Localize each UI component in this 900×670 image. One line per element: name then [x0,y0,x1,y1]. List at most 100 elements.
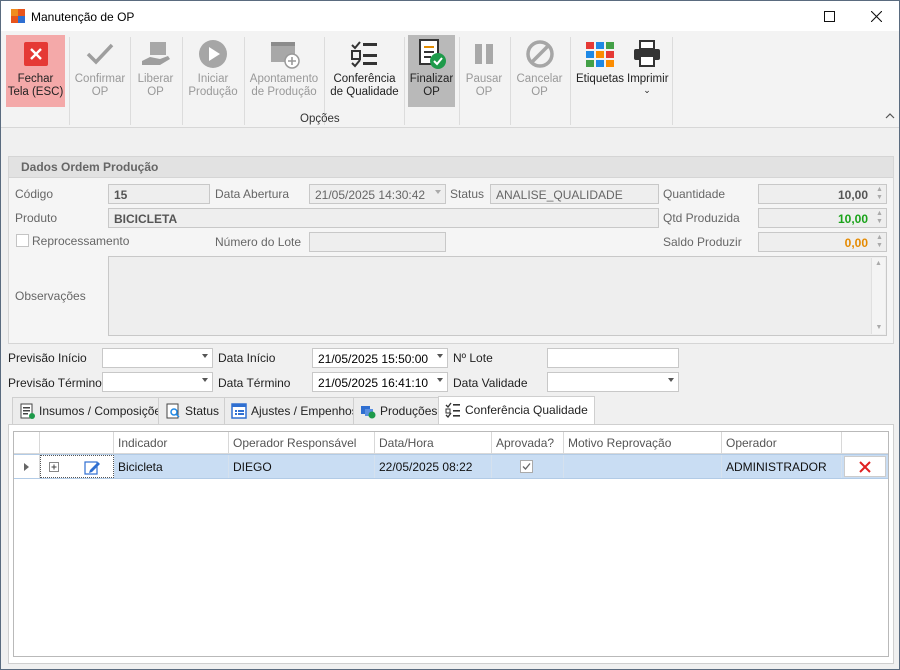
data-termino-label: Data Término [218,376,291,390]
print-button[interactable]: Imprimir ⌄ [627,35,669,107]
produto-label: Produto [15,211,58,225]
checklist-icon [350,41,377,68]
checkmark-icon [86,43,114,65]
status-field[interactable]: ANALISE_QUALIDADE [490,184,659,204]
grid-header-data-hora[interactable]: Data/Hora [375,432,492,454]
list-window-icon [231,403,247,419]
tab-insumos[interactable]: Insumos / Composições [12,397,175,424]
data-inicio-field[interactable]: 21/05/2025 15:50:00 [312,348,448,368]
tab-status[interactable]: Status [158,397,227,424]
chevron-down-icon[interactable] [202,354,208,358]
confirm-op-button[interactable]: Confirmar OP [73,35,127,107]
add-record-icon [271,42,300,69]
ribbon-separator [510,37,511,125]
produto-field[interactable]: BICICLETA [108,208,659,228]
codigo-field[interactable]: 15 [108,184,210,204]
quality-tab-page: Indicador Operador Responsável Data/Hora… [8,424,894,664]
ribbon-separator [244,37,245,125]
app-icon [11,9,25,23]
cell-data-hora: 22/05/2025 08:22 [375,455,492,478]
saldo-label: Saldo Produzir [663,235,742,249]
production-log-button[interactable]: Apontamento de Produção [249,35,319,107]
panel-title: Dados Ordem Produção [21,160,159,174]
close-screen-button[interactable]: Fechar Tela (ESC) [6,35,65,107]
close-window-button[interactable] [853,1,899,31]
scroll-up-icon[interactable]: ▲ [872,258,885,270]
grid-header-motivo[interactable]: Motivo Reprovação [564,432,722,454]
ribbon-separator [404,37,405,125]
reprocessamento-checkbox[interactable] [16,234,29,247]
hand-box-icon [141,42,170,65]
data-inicio-label: Data Início [218,351,276,365]
chevron-down-icon[interactable] [437,354,443,358]
start-production-button[interactable]: Iniciar Produção [186,35,240,107]
cell-indicador: Bicicleta [114,455,229,478]
boxes-check-icon [361,406,376,419]
ribbon-separator [324,37,325,125]
previsao-inicio-label: Previsão Início [8,351,87,365]
search-document-icon [166,403,180,419]
maximize-button[interactable] [806,1,852,31]
numero-lote-field[interactable] [309,232,446,252]
data-termino-field[interactable]: 21/05/2025 16:41:10 [312,372,448,392]
grid-header-operador-responsavel[interactable]: Operador Responsável [229,432,375,454]
grid-header-aprovada[interactable]: Aprovada? [492,432,564,454]
qtd-produzida-field[interactable]: 10,00 ▲ ▼ [758,208,887,228]
edit-icon[interactable] [84,459,100,475]
cell-motivo [564,455,722,478]
cancel-op-button[interactable]: Cancelar OP [514,35,565,107]
grid-header-indicator [14,432,40,454]
chevron-down-icon[interactable] [437,378,443,382]
ribbon-separator [672,37,673,125]
release-op-button[interactable]: Liberar OP [133,35,178,107]
scrollbar[interactable]: ▲ ▼ [871,258,885,334]
finalize-op-button[interactable]: Finalizar OP [408,35,455,107]
ribbon-separator [459,37,460,125]
scroll-down-icon[interactable]: ▼ [872,322,886,334]
tab-conferencia-qualidade[interactable]: Conferência Qualidade [438,396,595,424]
collapse-ribbon-button[interactable] [885,109,895,119]
previsao-termino-field[interactable] [102,372,213,392]
qtd-produzida-label: Qtd Produzida [663,211,740,225]
grid-header-operador[interactable]: Operador [722,432,842,454]
saldo-field[interactable]: 0,00 ▲ ▼ [758,232,887,252]
reprocessamento-label: Reprocessamento [32,234,130,248]
observacoes-textarea[interactable]: ▲ ▼ [108,256,887,336]
expand-icon[interactable] [49,462,60,473]
ribbon-separator [69,37,70,125]
quality-grid: Indicador Operador Responsável Data/Hora… [13,431,889,657]
data-validade-label: Data Validade [453,376,528,390]
quantidade-field[interactable]: 10,00 ▲ ▼ [758,184,887,204]
labels-button[interactable]: Etiquetas [575,35,625,107]
close-screen-icon [23,42,48,66]
spin-icon[interactable]: ▲ ▼ [875,186,884,202]
pause-op-button[interactable]: Pausar OP [462,35,506,107]
checklist-icon [445,402,460,418]
chevron-down-icon[interactable] [668,378,674,382]
cancel-icon [525,40,554,68]
document-list-icon [20,403,35,419]
quality-check-button[interactable]: Conferência de Qualidade [329,35,400,107]
tab-ajustes[interactable]: Ajustes / Empenhos [224,397,365,424]
tab-producoes[interactable]: Produções [353,397,445,424]
status-label: Status [450,187,485,201]
spin-icon[interactable]: ▲ ▼ [875,210,884,226]
table-row[interactable]: Bicicleta DIEGO 22/05/2025 08:22 ADMINIS… [14,454,888,479]
row-indicator [14,455,40,478]
title-bar: Manutenção de OP [1,1,899,31]
row-actions-cell [40,455,114,478]
grid-header-indicador[interactable]: Indicador [114,432,229,454]
data-abertura-field[interactable]: 21/05/2025 14:30:42 [309,184,446,204]
approved-checkbox[interactable] [520,460,533,473]
data-validade-field[interactable] [547,372,679,392]
previsao-inicio-field[interactable] [102,348,213,368]
spin-icon[interactable]: ▲ ▼ [875,234,884,250]
chevron-down-icon[interactable] [202,378,208,382]
main-window: Manutenção de OP Fechar Tela (ESC) Confi… [0,0,900,670]
delete-row-button[interactable] [844,456,886,477]
grid-header-delete [842,432,888,454]
n-lote-field[interactable] [547,348,679,368]
pause-icon [475,44,493,64]
printer-icon [634,40,660,67]
chevron-up-icon [885,113,895,119]
